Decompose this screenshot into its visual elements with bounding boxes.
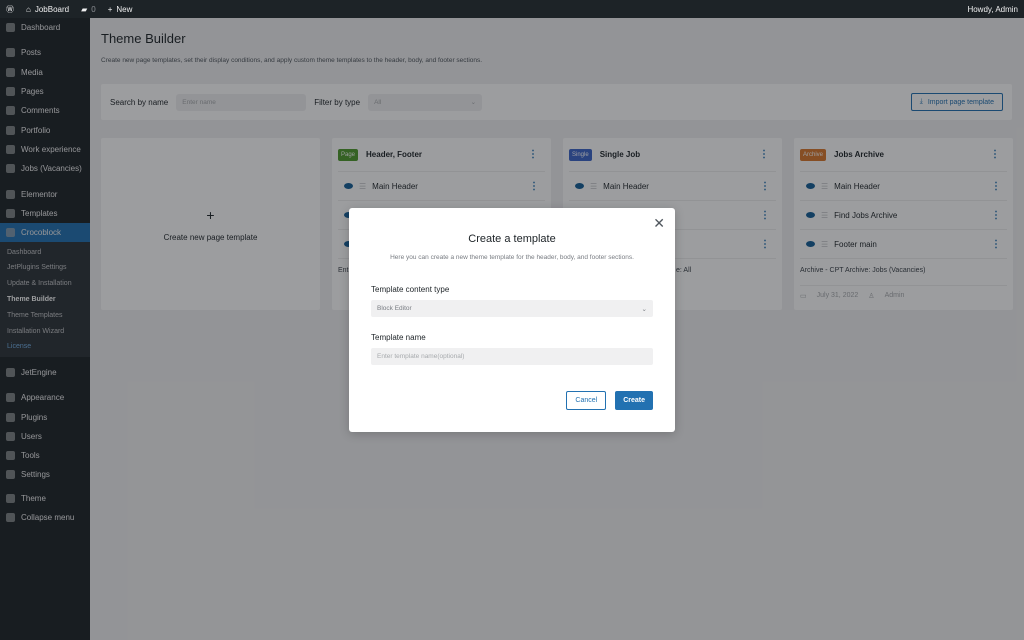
admin-bar: Ⓦ ⌂ JobBoard ▰ 0 + New Howdy, Admin bbox=[0, 0, 1024, 18]
template-name-label: Template name bbox=[371, 333, 426, 342]
create-template-modal: ✕ Create a template Here you can create … bbox=[349, 208, 675, 432]
template-name-input[interactable]: Enter template name(optional) bbox=[371, 348, 653, 365]
cancel-button[interactable]: Cancel bbox=[566, 391, 607, 410]
new-link[interactable]: + New bbox=[102, 5, 139, 14]
content-type-label: Template content type bbox=[371, 285, 450, 294]
comment-icon: ▰ bbox=[81, 4, 88, 14]
modal-title: Create a template bbox=[468, 233, 556, 245]
comments-link[interactable]: ▰ 0 bbox=[75, 5, 102, 14]
modal-subtitle: Here you can create a new theme template… bbox=[390, 254, 634, 261]
content-type-select[interactable]: Block Editor ⌄ bbox=[371, 300, 653, 317]
close-icon[interactable]: ✕ bbox=[653, 215, 665, 232]
plus-icon: + bbox=[107, 4, 113, 14]
howdy-account[interactable]: Howdy, Admin bbox=[961, 5, 1024, 14]
chevron-down-icon: ⌄ bbox=[641, 305, 647, 313]
home-icon: ⌂ bbox=[26, 4, 31, 14]
create-button[interactable]: Create bbox=[615, 391, 653, 410]
wordpress-logo-icon[interactable]: Ⓦ bbox=[0, 4, 20, 15]
site-link[interactable]: ⌂ JobBoard bbox=[20, 5, 75, 14]
